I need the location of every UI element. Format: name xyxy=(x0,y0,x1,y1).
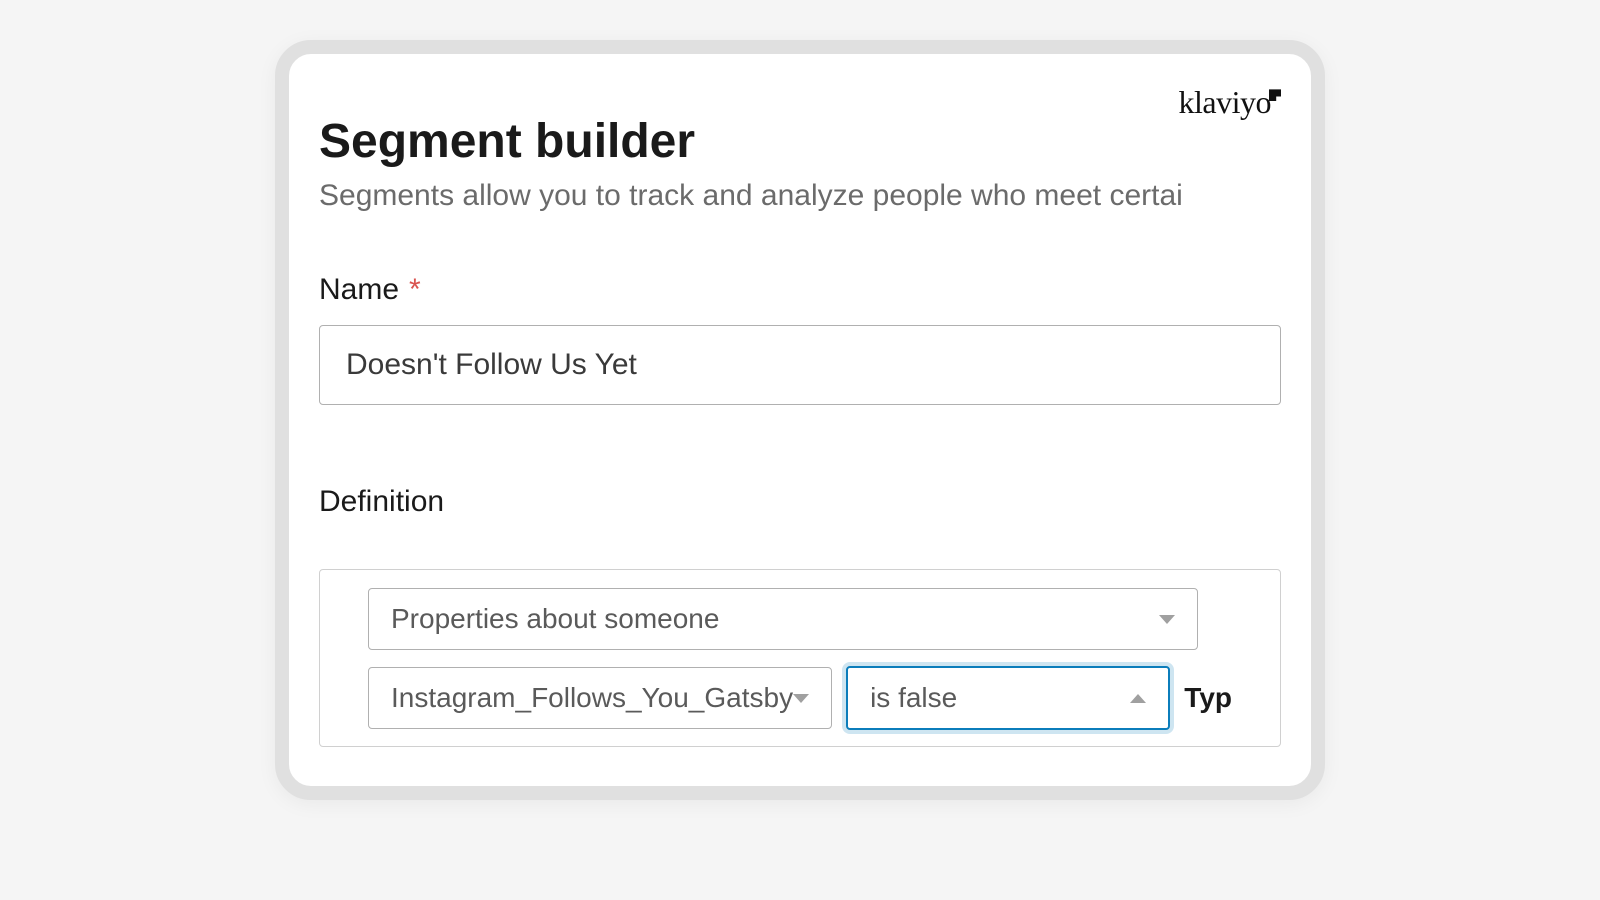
definition-section-label: Definition xyxy=(319,485,1281,519)
page-subtitle: Segments allow you to track and analyze … xyxy=(319,179,1281,213)
brand-text: klaviyo xyxy=(1179,84,1271,120)
brand-logo: klaviyo xyxy=(1179,84,1281,121)
brand-mark-icon xyxy=(1269,89,1281,101)
chevron-down-icon xyxy=(793,694,809,703)
content-area: klaviyo Segment builder Segments allow y… xyxy=(289,54,1311,786)
required-asterisk: * xyxy=(409,273,421,307)
property-select[interactable]: Instagram_Follows_You_Gatsby xyxy=(368,667,832,729)
type-label-partial: Typ xyxy=(1184,682,1232,714)
property-value: Instagram_Follows_You_Gatsby xyxy=(391,682,793,714)
definition-rule-box: Properties about someone Instagram_Follo… xyxy=(319,569,1281,747)
page-title: Segment builder xyxy=(319,114,1281,169)
rule-type-value: Properties about someone xyxy=(391,603,719,635)
operator-value: is false xyxy=(870,682,957,714)
name-label-text: Name xyxy=(319,273,399,307)
chevron-up-icon xyxy=(1130,694,1146,703)
operator-select[interactable]: is false xyxy=(846,666,1170,730)
segment-name-input[interactable] xyxy=(319,325,1281,405)
name-field-label: Name * xyxy=(319,273,1281,307)
device-frame: klaviyo Segment builder Segments allow y… xyxy=(275,40,1325,800)
chevron-down-icon xyxy=(1159,615,1175,624)
rule-type-select[interactable]: Properties about someone xyxy=(368,588,1198,650)
